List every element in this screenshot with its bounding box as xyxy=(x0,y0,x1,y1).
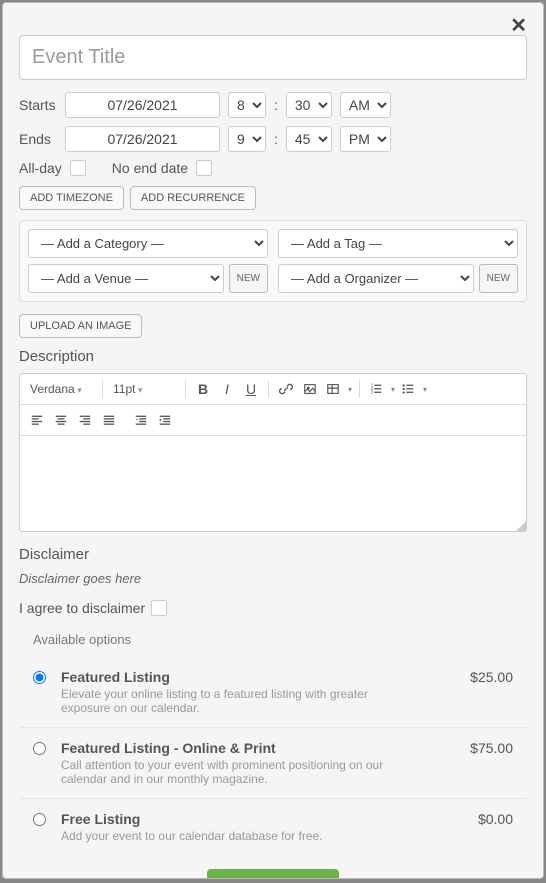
noend-checkbox[interactable] xyxy=(196,160,212,176)
noend-label: No end date xyxy=(112,160,188,176)
align-left-icon[interactable] xyxy=(26,409,48,431)
agree-row: I agree to disclaimer xyxy=(19,600,527,616)
tag-select[interactable]: — Add a Tag — xyxy=(278,229,518,258)
align-right-icon[interactable] xyxy=(74,409,96,431)
new-venue-button[interactable]: NEW xyxy=(229,264,268,293)
align-justify-icon[interactable] xyxy=(98,409,120,431)
svg-text:3: 3 xyxy=(371,389,374,394)
option-radio[interactable] xyxy=(33,742,46,755)
editor-toolbar: Verdana 11pt B I U 123 xyxy=(20,374,526,405)
venue-select[interactable]: — Add a Venue — xyxy=(28,264,224,293)
close-icon[interactable]: ✕ xyxy=(510,13,527,38)
allday-checkbox[interactable] xyxy=(70,160,86,176)
image-icon[interactable] xyxy=(299,378,321,400)
starts-ampm-select[interactable]: AM xyxy=(340,92,391,118)
agree-label: I agree to disclaimer xyxy=(19,600,145,616)
starts-label: Starts xyxy=(19,97,57,113)
bold-icon[interactable]: B xyxy=(192,378,214,400)
upload-image-button[interactable]: UPLOAD AN IMAGE xyxy=(19,314,142,338)
ends-hour-select[interactable]: 9 xyxy=(228,126,266,152)
organizer-select[interactable]: — Add a Organizer — xyxy=(278,264,474,293)
description-editor: Verdana 11pt B I U 123 xyxy=(19,373,527,532)
new-organizer-button[interactable]: NEW xyxy=(479,264,518,293)
starts-hour-select[interactable]: 8 xyxy=(228,92,266,118)
starts-date-input[interactable] xyxy=(65,92,220,118)
ends-label: Ends xyxy=(19,131,57,147)
ends-date-input[interactable] xyxy=(65,126,220,152)
options-list: Featured Listing Elevate your online lis… xyxy=(19,657,527,855)
outdent-icon[interactable] xyxy=(130,409,152,431)
starts-minute-select[interactable]: 30 xyxy=(286,92,332,118)
editor-toolbar-align xyxy=(20,405,526,436)
option-price: $25.00 xyxy=(453,669,513,715)
associations-box: — Add a Category — — Add a Tag — — Add a… xyxy=(19,220,527,302)
time-colon: : xyxy=(274,97,278,113)
submit-event-button[interactable]: SUBMIT EVENT xyxy=(207,869,338,879)
disclaimer-text: Disclaimer goes here xyxy=(19,571,527,586)
option-item: Featured Listing Elevate your online lis… xyxy=(19,657,527,728)
link-icon[interactable] xyxy=(275,378,297,400)
bullet-list-icon[interactable] xyxy=(398,378,428,400)
starts-row: Starts 8 : 30 AM xyxy=(19,92,527,118)
resize-handle-icon[interactable] xyxy=(516,521,526,531)
font-size-select[interactable]: 11pt xyxy=(109,380,179,398)
option-desc: Call attention to your event with promin… xyxy=(61,758,401,786)
font-family-select[interactable]: Verdana xyxy=(26,380,96,398)
add-recurrence-button[interactable]: ADD RECURRENCE xyxy=(130,186,256,210)
option-title: Featured Listing xyxy=(61,669,453,685)
option-price: $75.00 xyxy=(453,740,513,786)
event-title-input[interactable] xyxy=(19,35,527,80)
agree-checkbox[interactable] xyxy=(151,600,167,616)
option-price: $0.00 xyxy=(453,811,513,843)
event-modal: ✕ Starts 8 : 30 AM Ends 9 : 45 PM All-da… xyxy=(2,2,544,879)
ends-ampm-select[interactable]: PM xyxy=(340,126,391,152)
option-radio[interactable] xyxy=(33,813,46,826)
underline-icon[interactable]: U xyxy=(240,378,262,400)
editor-textarea[interactable] xyxy=(20,436,526,531)
time-colon: : xyxy=(274,131,278,147)
options-label: Available options xyxy=(33,632,527,647)
disclaimer-label: Disclaimer xyxy=(19,546,527,563)
category-select[interactable]: — Add a Category — xyxy=(28,229,268,258)
option-desc: Add your event to our calendar database … xyxy=(61,829,401,843)
ends-row: Ends 9 : 45 PM xyxy=(19,126,527,152)
italic-icon[interactable]: I xyxy=(216,378,238,400)
option-title: Featured Listing - Online & Print xyxy=(61,740,453,756)
checkbox-row: All-day No end date xyxy=(19,160,527,176)
option-item: Featured Listing - Online & Print Call a… xyxy=(19,728,527,799)
table-icon[interactable] xyxy=(323,378,353,400)
add-timezone-button[interactable]: ADD TIMEZONE xyxy=(19,186,124,210)
allday-label: All-day xyxy=(19,160,62,176)
description-label: Description xyxy=(19,348,527,365)
option-title: Free Listing xyxy=(61,811,453,827)
option-radio[interactable] xyxy=(33,671,46,684)
option-item: Free Listing Add your event to our calen… xyxy=(19,799,527,855)
ordered-list-icon[interactable]: 123 xyxy=(366,378,396,400)
align-center-icon[interactable] xyxy=(50,409,72,431)
indent-icon[interactable] xyxy=(154,409,176,431)
option-desc: Elevate your online listing to a feature… xyxy=(61,687,401,715)
ends-minute-select[interactable]: 45 xyxy=(286,126,332,152)
